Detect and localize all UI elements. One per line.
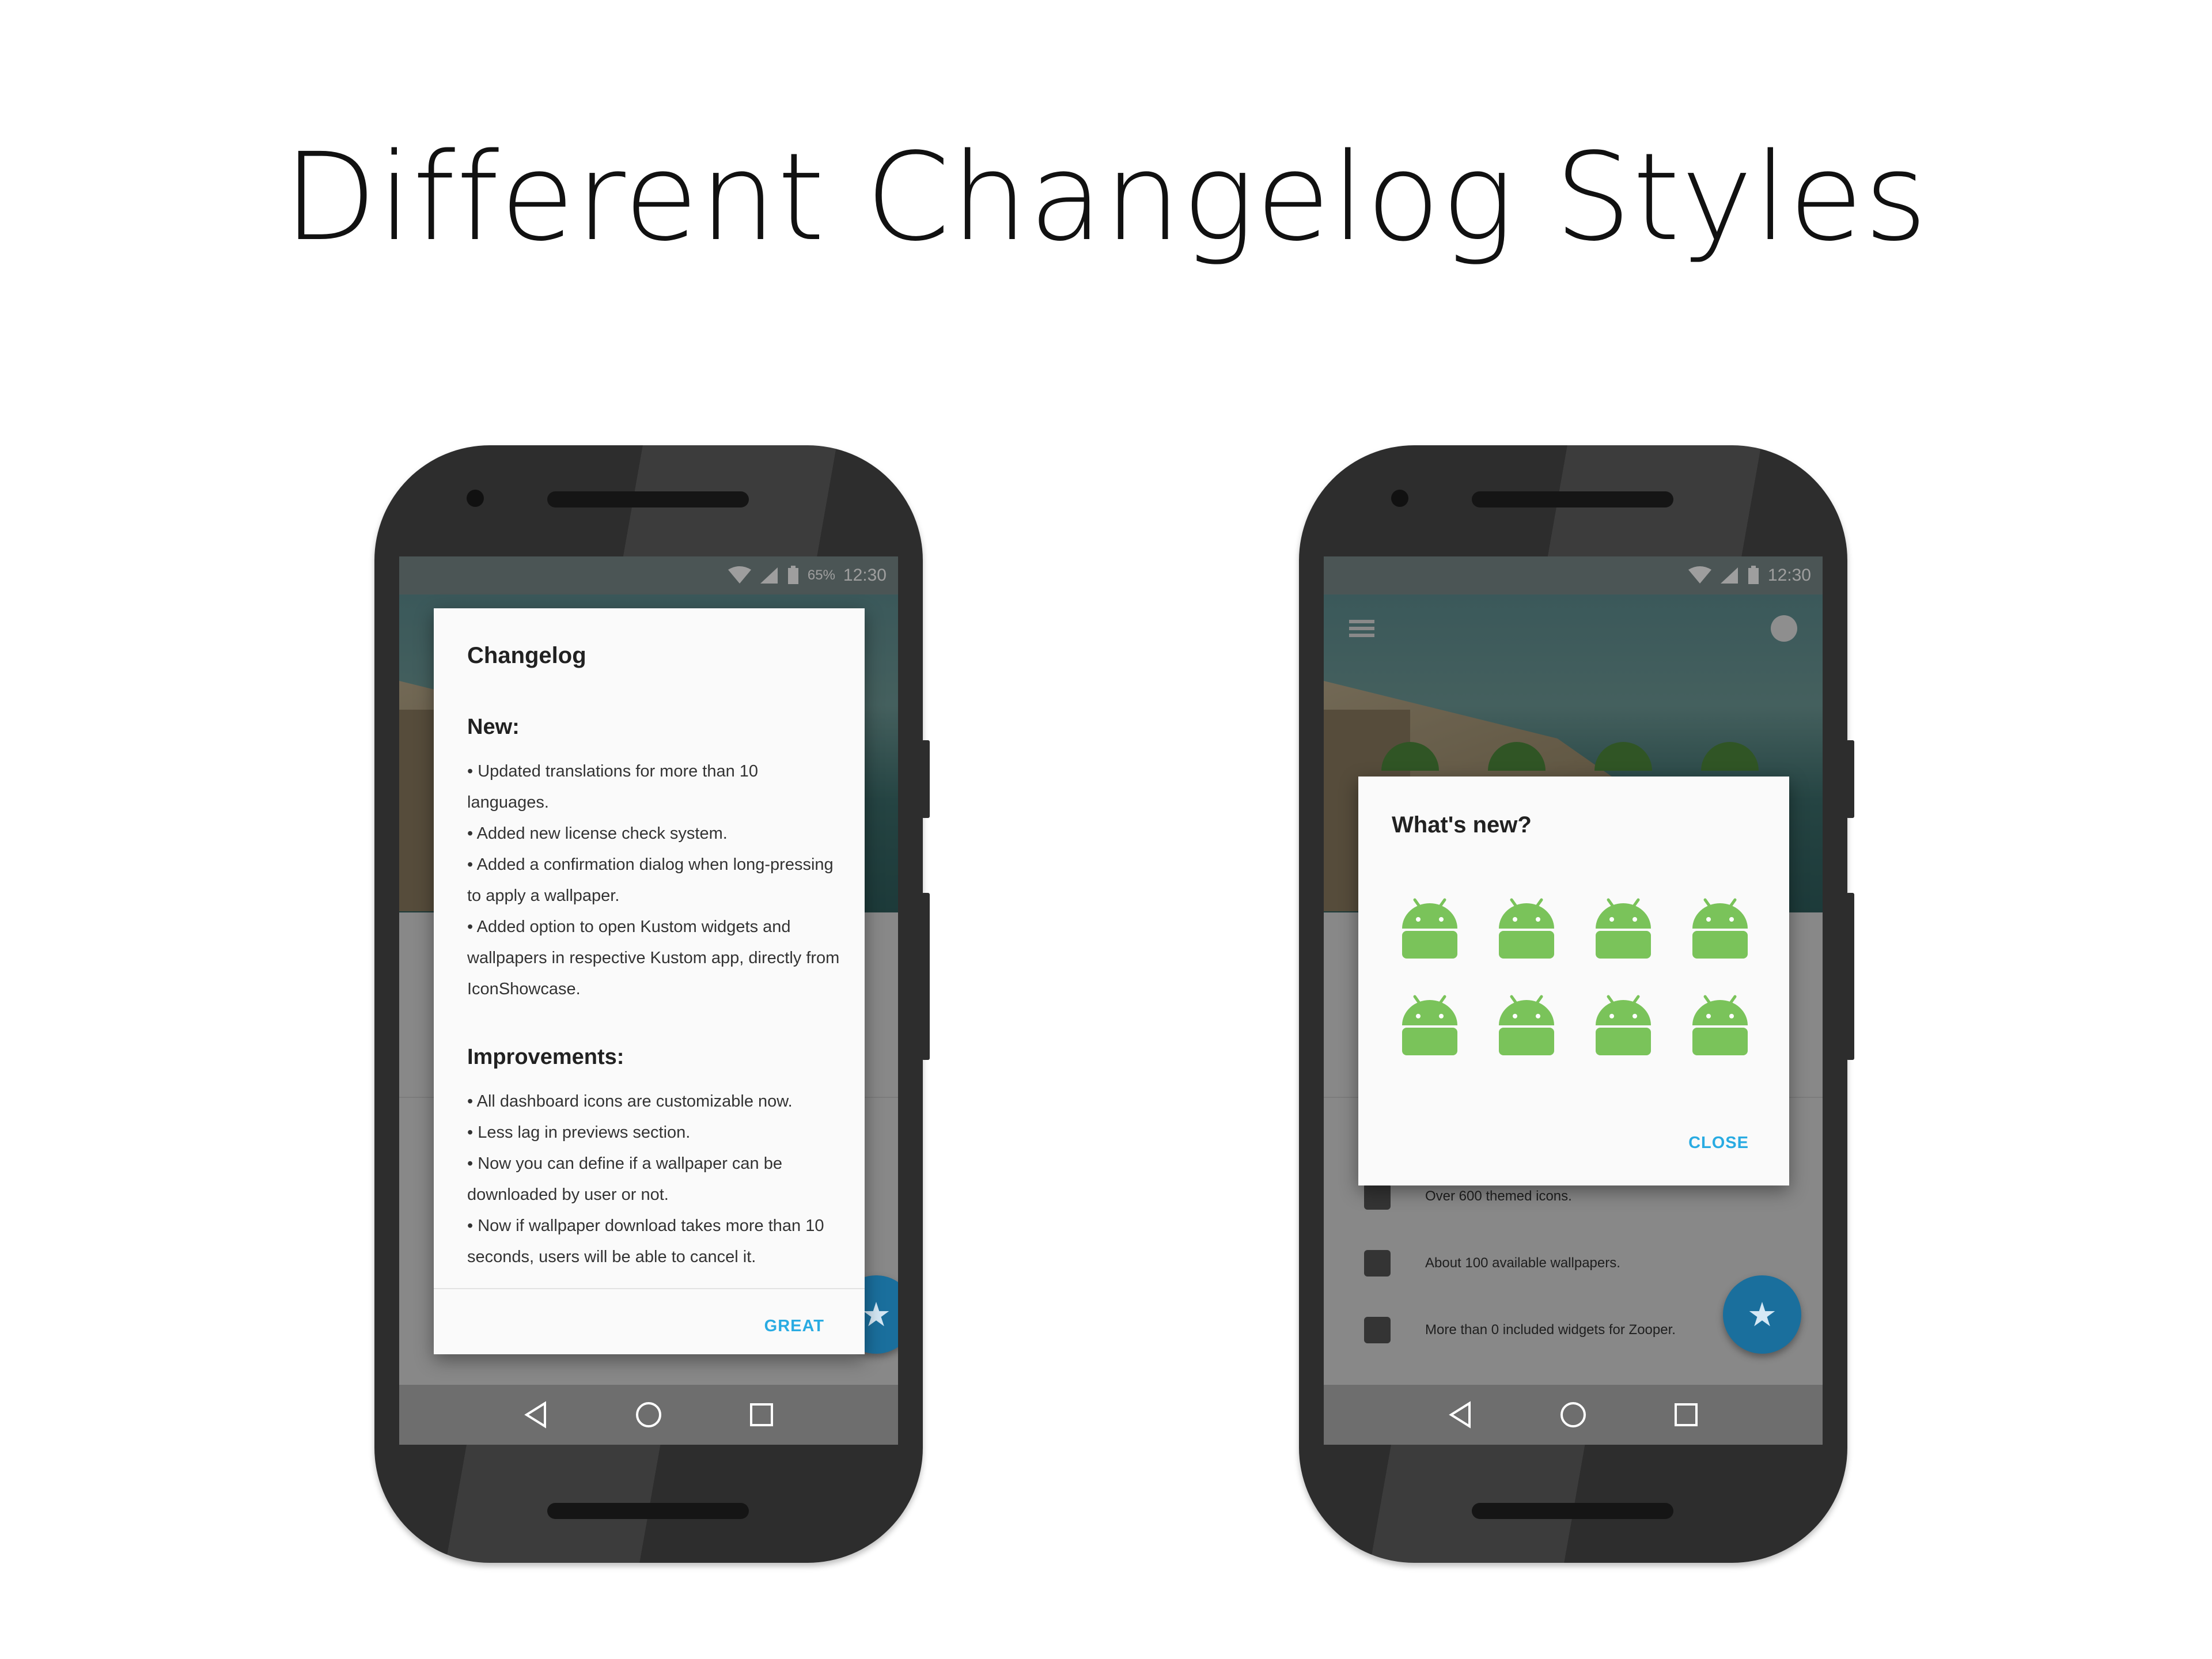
headline: Different Changelog Styles (283, 127, 1929, 268)
power-button-left (922, 893, 930, 1060)
speaker-top (547, 491, 749, 507)
power-button-right (1846, 893, 1854, 1060)
nav-bar (1324, 1385, 1823, 1445)
android-icon (1499, 898, 1554, 959)
screen-right: 12:30 Over 600 themed icons. About 100 a… (1324, 556, 1823, 1445)
android-icon (1692, 995, 1748, 1055)
camera (1391, 490, 1408, 507)
back-icon[interactable] (1448, 1401, 1473, 1429)
screen-left: 65% 12:30 ★ Changelog New: • Updated tra… (399, 556, 898, 1445)
dialog-title: Changelog (467, 643, 586, 668)
speaker-top (1472, 491, 1673, 507)
phone-right: 12:30 Over 600 themed icons. About 100 a… (1299, 445, 1847, 1563)
volume-button-right (1846, 740, 1854, 818)
changelog-item: • Now you can define if a wallpaper can … (467, 1154, 782, 1204)
android-icon (1402, 898, 1457, 959)
fab-button[interactable]: ★ (1723, 1275, 1801, 1354)
back-icon[interactable] (523, 1401, 548, 1429)
close-button[interactable]: CLOSE (1688, 1134, 1749, 1153)
android-icon (1596, 995, 1651, 1055)
recents-icon[interactable] (749, 1402, 774, 1427)
changelog-item: • Less lag in previews section. (467, 1123, 691, 1142)
changelog-item: • Added option to open Kustom widgets an… (467, 918, 840, 998)
changelog-body[interactable]: New: • Updated translations for more tha… (467, 715, 842, 1272)
home-icon[interactable] (635, 1401, 662, 1429)
whats-new-dialog: What's new? CLOSE (1358, 777, 1789, 1185)
speaker-bottom (547, 1503, 749, 1519)
android-icon (1692, 898, 1748, 959)
recents-icon[interactable] (1673, 1402, 1699, 1427)
android-icon (1499, 995, 1554, 1055)
changelog-item: • All dashboard icons are customizable n… (467, 1092, 793, 1111)
changelog-item: • Updated translations for more than 10 … (467, 762, 759, 812)
android-icon (1402, 995, 1457, 1055)
home-icon[interactable] (1559, 1401, 1587, 1429)
changelog-item: • Now if wallpaper download takes more t… (467, 1217, 824, 1266)
section-improvements: Improvements: (467, 1045, 624, 1069)
section-new: New: (467, 715, 520, 739)
dialog-title: What's new? (1392, 812, 1532, 838)
android-icon (1596, 898, 1651, 959)
speaker-bottom (1472, 1503, 1673, 1519)
volume-button-left (922, 740, 930, 818)
changelog-item: • Added a confirmation dialog when long-… (467, 855, 834, 905)
nav-bar (399, 1385, 898, 1445)
camera (467, 490, 484, 507)
changelog-dialog: Changelog New: • Updated translations fo… (434, 608, 865, 1354)
changelog-item: • Added new license check system. (467, 824, 728, 843)
great-button[interactable]: GREAT (764, 1317, 824, 1336)
phone-left: 65% 12:30 ★ Changelog New: • Updated tra… (374, 445, 923, 1563)
